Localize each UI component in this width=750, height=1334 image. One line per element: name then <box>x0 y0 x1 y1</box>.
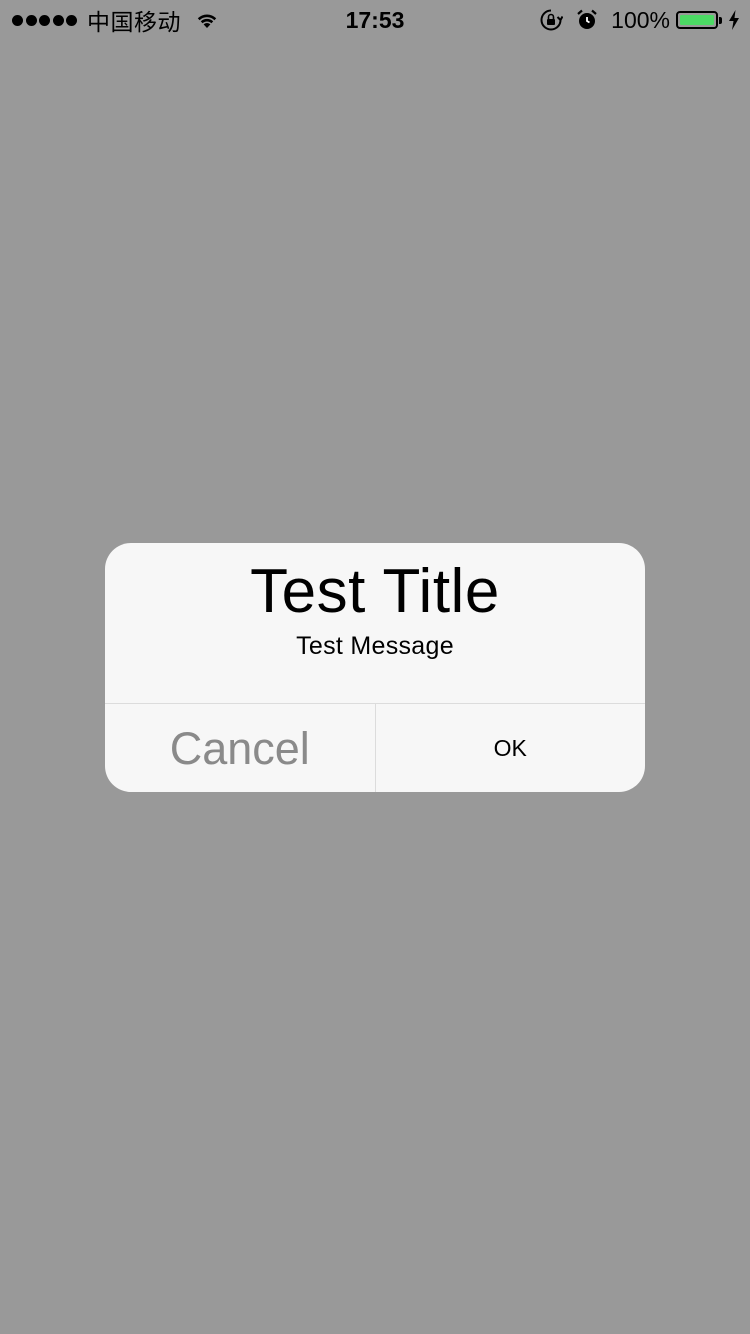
alert-message: Test Message <box>296 632 454 660</box>
alert-dialog: Test Title Test Message Cancel OK <box>105 543 645 792</box>
battery-percentage: 100% <box>611 6 670 33</box>
alert-actions: Cancel OK <box>105 703 645 792</box>
alarm-icon <box>575 8 599 32</box>
status-bar: 中国移动 17:53 100% <box>0 0 750 40</box>
battery-icon <box>676 11 718 29</box>
status-right: 100% <box>539 6 740 34</box>
alert-title: Test Title <box>250 557 500 626</box>
alert-content: Test Title Test Message <box>105 543 645 703</box>
charging-bolt-icon <box>728 10 740 30</box>
cancel-button[interactable]: Cancel <box>105 704 376 792</box>
battery-cap <box>719 16 722 24</box>
rotation-lock-icon <box>539 8 564 32</box>
ok-button[interactable]: OK <box>376 704 646 792</box>
